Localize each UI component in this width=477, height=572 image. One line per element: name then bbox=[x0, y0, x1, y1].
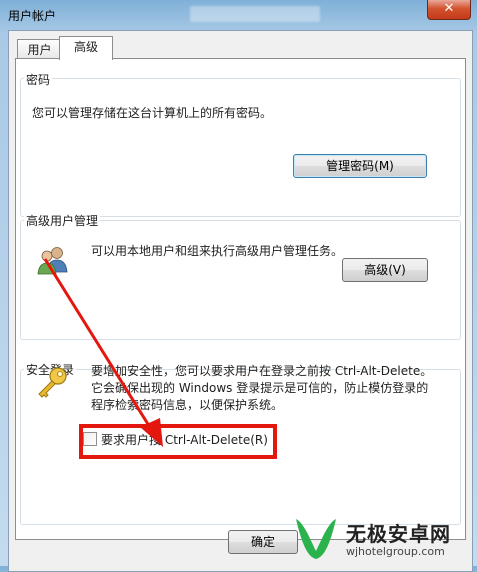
tab-advanced[interactable]: 高级 bbox=[59, 36, 113, 60]
secure-logon-desc-line3: 程序检索密码信息，以便保护系统。 bbox=[91, 398, 284, 412]
title-bar: 用户帐户 ✕ bbox=[0, 0, 477, 30]
manage-passwords-button[interactable]: 管理密码(M) bbox=[293, 154, 427, 178]
secure-logon-desc-line1: 要增加安全性，您可以要求用户在登录之前按 Ctrl-Alt-Delete。 bbox=[91, 364, 433, 378]
close-button[interactable]: ✕ bbox=[427, 0, 471, 20]
key-icon bbox=[38, 367, 67, 398]
advanced-tab-panel: 密码 高级用户管理 安全登录 bbox=[15, 58, 466, 540]
group-frame bbox=[20, 78, 461, 217]
advanced-users-description: 可以用本地用户和组来执行高级用户管理任务。 bbox=[91, 244, 344, 258]
secure-logon-desc-line2: 它会确保出现的 Windows 登录提示是可信的，防止模仿登录的 bbox=[91, 381, 429, 395]
watermark-brand: 无极安卓网 bbox=[346, 522, 451, 546]
advanced-users-heading: 高级用户管理 bbox=[24, 212, 101, 229]
advanced-button[interactable]: 高级(V) bbox=[342, 258, 428, 282]
dialog-client-area: 用户 高级 密码 高级用户管理 安全登录 您可以管理存储在这台计算机上的所有密码… bbox=[8, 30, 473, 572]
annotation-highlight-box bbox=[79, 424, 277, 459]
brand-logo-icon bbox=[296, 519, 336, 559]
window-title: 用户帐户 bbox=[8, 9, 57, 23]
watermark: 无极安卓网 wjhotelgroup.com bbox=[286, 512, 476, 566]
tab-users[interactable]: 用户 bbox=[17, 39, 62, 60]
passwords-description: 您可以管理存储在这台计算机上的所有密码。 bbox=[32, 106, 273, 120]
blurred-background bbox=[190, 6, 320, 22]
passwords-group: 密码 bbox=[20, 71, 461, 219]
watermark-url: wjhotelgroup.com bbox=[346, 545, 445, 558]
users-icon bbox=[37, 247, 68, 275]
passwords-heading: 密码 bbox=[24, 71, 53, 88]
